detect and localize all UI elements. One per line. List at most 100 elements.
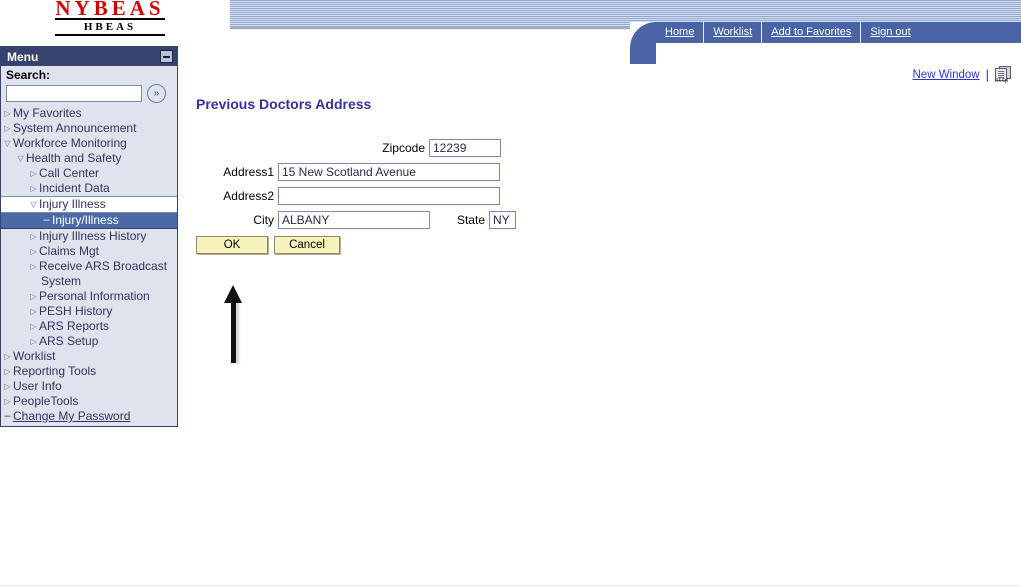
sidebar-item-reporting-tools[interactable]: ▷ Reporting Tools xyxy=(1,364,177,379)
sidebar-item-label: Injury Illness xyxy=(39,197,106,211)
sidebar-item-change-my-password[interactable]: – Change My Password xyxy=(1,409,177,424)
sidebar-item-personal-information[interactable]: ▷ Personal Information xyxy=(1,289,177,304)
menu-title: Menu xyxy=(7,49,39,64)
http-page-icon[interactable]: http xyxy=(995,66,1011,84)
chevron-right-icon[interactable]: ▷ xyxy=(28,244,39,259)
sidebar-item-injury-illness[interactable]: ▽ Injury Illness xyxy=(1,196,177,213)
sidebar-item-label: Change My Password xyxy=(13,409,131,423)
leaf-dash-icon[interactable]: – xyxy=(41,213,52,228)
search-row: » xyxy=(6,84,177,103)
sidebar-item-health-and-safety[interactable]: ▽ Health and Safety xyxy=(1,151,177,166)
chevron-down-icon[interactable]: ▽ xyxy=(28,197,39,212)
chevron-right-icon[interactable]: ▷ xyxy=(28,259,39,274)
leaf-dash-icon[interactable]: – xyxy=(2,409,13,424)
search-go-icon[interactable]: » xyxy=(147,84,166,103)
chevron-right-icon[interactable]: ▷ xyxy=(28,304,39,319)
http-icon-label: http xyxy=(995,77,1009,84)
annotation-arrow-up xyxy=(222,285,248,364)
form-row-address1: Address1 xyxy=(196,163,516,181)
previous-doctors-address-form: Zipcode Address1 Address2 City State OK … xyxy=(196,139,516,254)
sidebar-item-label: PeopleTools xyxy=(13,394,79,408)
sidebar-item-injury-illness[interactable]: – Injury/Illness xyxy=(1,213,177,229)
page-header: NYBEAS HBEAS Home Worklist Add to Favori… xyxy=(0,0,1021,64)
sidebar-item-system-announcement[interactable]: ▷ System Announcement xyxy=(1,121,177,136)
chevron-right-icon[interactable]: ▷ xyxy=(2,379,13,394)
zipcode-label: Zipcode xyxy=(382,141,425,155)
logo-secondary-text: HBEAS xyxy=(55,21,165,36)
sidebar-item-incident-data[interactable]: ▷ Incident Data xyxy=(1,181,177,196)
menu-header: Menu xyxy=(1,47,177,66)
cancel-button[interactable]: Cancel xyxy=(274,236,340,254)
navigation-bar-notch xyxy=(630,22,656,64)
sidebar-item-label: Health and Safety xyxy=(26,151,122,165)
chevron-down-icon[interactable]: ▽ xyxy=(2,136,13,151)
state-input[interactable] xyxy=(489,211,516,229)
search-input[interactable] xyxy=(6,85,142,102)
sidebar-item-label: Receive ARS Broadcast xyxy=(39,259,168,273)
sidebar-item-claims-mgt[interactable]: ▷ Claims Mgt xyxy=(1,244,177,259)
sidebar-item-label: Personal Information xyxy=(39,289,150,303)
form-row-address2: Address2 xyxy=(196,187,516,205)
arrow-shaft xyxy=(231,299,236,363)
nav-link-add-to-favorites[interactable]: Add to Favorites xyxy=(762,22,860,43)
header-banner-curve xyxy=(170,0,230,58)
nybeas-logo: NYBEAS HBEAS xyxy=(55,0,165,36)
state-label: State xyxy=(456,213,485,227)
search-label: Search: xyxy=(6,68,51,82)
chevron-right-icon[interactable]: ▷ xyxy=(2,121,13,136)
form-row-zipcode: Zipcode xyxy=(196,139,516,157)
ok-button[interactable]: OK xyxy=(196,236,268,254)
sidebar-item-pesh-history[interactable]: ▷ PESH History xyxy=(1,304,177,319)
logo-primary-text: NYBEAS xyxy=(55,0,165,20)
sidebar-item-call-center[interactable]: ▷ Call Center xyxy=(1,166,177,181)
sidebar-item-peopletools[interactable]: ▷ PeopleTools xyxy=(1,394,177,409)
sidebar-item-worklist[interactable]: ▷ Worklist xyxy=(1,349,177,364)
sidebar-item-user-info[interactable]: ▷ User Info xyxy=(1,379,177,394)
sidebar-item-ars-reports[interactable]: ▷ ARS Reports xyxy=(1,319,177,334)
city-input[interactable] xyxy=(278,211,430,229)
zipcode-input[interactable] xyxy=(429,139,501,157)
sidebar-item-label: PESH History xyxy=(39,304,113,318)
sidebar-item-injury-illness-history[interactable]: ▷ Injury Illness History xyxy=(1,229,177,244)
sidebar-item-label: Call Center xyxy=(39,166,100,180)
chevron-right-icon[interactable]: ▷ xyxy=(28,166,39,181)
sidebar-item-label: System Announcement xyxy=(13,121,137,135)
chevron-right-icon[interactable]: ▷ xyxy=(2,394,13,409)
chevron-right-icon[interactable]: ▷ xyxy=(2,364,13,379)
chevron-right-icon[interactable]: ▷ xyxy=(2,349,13,364)
nav-link-worklist[interactable]: Worklist xyxy=(704,22,761,43)
chevron-right-icon[interactable]: ▷ xyxy=(28,181,39,196)
sidebar-item-receive-ars-broadcast[interactable]: ▷ Receive ARS Broadcast xyxy=(1,259,177,274)
navigation-links: Home Worklist Add to Favorites Sign out xyxy=(656,22,920,43)
sidebar-item-label-wrap: System xyxy=(41,274,82,288)
chevron-right-icon[interactable]: ▷ xyxy=(28,229,39,244)
sidebar-menu-panel: Menu Search: » ▷ My Favorites ▷ System Anno… xyxy=(0,46,178,427)
chevron-right-icon[interactable]: ▷ xyxy=(2,106,13,121)
sidebar-item-label: Injury/Illness xyxy=(52,213,119,227)
sidebar-item-label: Reporting Tools xyxy=(13,364,97,378)
sidebar-item-label: Workforce Monitoring xyxy=(13,136,127,150)
menu-tree: ▷ My Favorites ▷ System Announcement ▽ Workfo… xyxy=(1,106,177,426)
nav-link-sign-out[interactable]: Sign out xyxy=(861,22,919,43)
sidebar-item-workforce-monitoring[interactable]: ▽ Workforce Monitoring xyxy=(1,136,177,151)
form-row-city-state: City State xyxy=(196,211,516,229)
sidebar-item-ars-setup[interactable]: ▷ ARS Setup xyxy=(1,334,177,349)
chevron-down-icon[interactable]: ▽ xyxy=(15,151,26,166)
sidebar-item-label: Incident Data xyxy=(39,181,110,195)
sidebar-item-label: Worklist xyxy=(13,349,56,363)
city-label: City xyxy=(253,213,274,227)
form-buttons: OK Cancel xyxy=(196,236,516,254)
new-window-link[interactable]: New Window xyxy=(913,69,980,81)
chevron-right-icon[interactable]: ▷ xyxy=(28,289,39,304)
minimize-menu-button[interactable] xyxy=(160,50,173,63)
sidebar-item-label: ARS Setup xyxy=(39,334,99,348)
page-title: Previous Doctors Address xyxy=(196,96,372,112)
chevron-right-icon[interactable]: ▷ xyxy=(28,334,39,349)
nav-link-home[interactable]: Home xyxy=(656,22,703,43)
sidebar-item-label: Injury Illness History xyxy=(39,229,147,243)
chevron-right-icon[interactable]: ▷ xyxy=(28,319,39,334)
sidebar-item-my-favorites[interactable]: ▷ My Favorites xyxy=(1,106,177,121)
address1-label: Address1 xyxy=(223,165,274,179)
address2-input[interactable] xyxy=(278,187,500,205)
address1-input[interactable] xyxy=(278,163,500,181)
